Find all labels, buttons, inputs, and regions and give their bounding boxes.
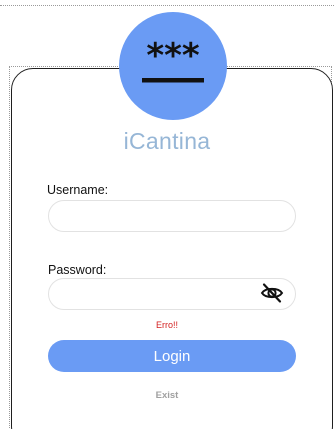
eye-slash-icon[interactable] [259, 280, 285, 306]
logo-asterisks: *** [146, 36, 200, 76]
password-label: Password: [48, 263, 107, 277]
login-card [11, 68, 333, 429]
app-title: iCantina [123, 128, 211, 154]
username-input[interactable] [48, 200, 296, 232]
username-label: Username: [47, 183, 109, 197]
error-message: Erro!! [155, 320, 178, 330]
exit-link-wrapper: Exist [0, 390, 334, 401]
exit-link[interactable]: Exist [156, 390, 179, 401]
password-asterisks-icon: *** [119, 12, 227, 120]
logo-underline [142, 78, 204, 83]
login-button[interactable]: Login [48, 340, 296, 372]
top-divider [0, 5, 334, 6]
login-window: *** iCantina Username: Password: Erro!! … [0, 0, 334, 429]
